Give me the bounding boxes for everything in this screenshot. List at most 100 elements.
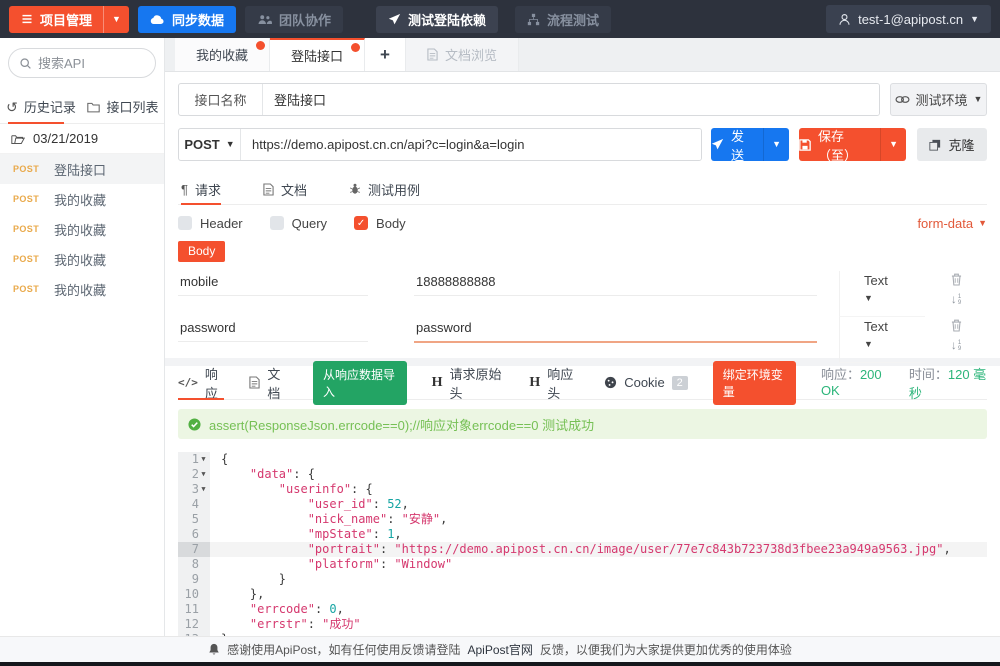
- history-list-item[interactable]: POST我的收藏: [0, 274, 164, 304]
- history-list-item[interactable]: POST我的收藏: [0, 214, 164, 244]
- api-tab-login[interactable]: 登陆接口: [270, 38, 365, 71]
- tab-request-doc[interactable]: 文档: [263, 174, 307, 204]
- save-button[interactable]: 保存（至） ▼: [799, 128, 906, 161]
- code-line[interactable]: 4 "user_id": 52,: [178, 497, 987, 512]
- delete-param-button[interactable]: [951, 319, 962, 332]
- code-line[interactable]: 11 "errcode": 0,: [178, 602, 987, 617]
- test-login-dep-button[interactable]: 测试登陆依赖: [376, 6, 498, 33]
- line-number-gutter[interactable]: 11: [178, 602, 210, 617]
- flow-test-button[interactable]: 流程测试: [515, 6, 611, 33]
- history-list-item[interactable]: POST 登陆接口: [0, 154, 164, 184]
- line-number: 8: [192, 557, 199, 572]
- history-date-group[interactable]: 03/21/2019: [0, 124, 164, 154]
- param-value-input[interactable]: [414, 271, 817, 296]
- line-number-gutter[interactable]: 4: [178, 497, 210, 512]
- checkbox-body[interactable]: ✓Body: [354, 216, 406, 231]
- assert-result-banner: assert(ResponseJson.errcode==0);//响应对象er…: [178, 409, 987, 439]
- param-type-label: Text: [864, 273, 925, 288]
- save-label: 保存（至）: [818, 126, 870, 164]
- chevron-down-icon: ▼: [970, 15, 979, 24]
- code-line[interactable]: 10 },: [178, 587, 987, 602]
- param-type-select[interactable]: Text▼: [839, 317, 925, 363]
- history-list-item[interactable]: POST我的收藏: [0, 244, 164, 274]
- tab-testcase[interactable]: 测试用例: [349, 174, 420, 204]
- sort-param-button[interactable]: ↓19: [951, 293, 961, 306]
- request-tabs: ¶ 请求 文档 测试用例: [178, 174, 987, 205]
- account-menu[interactable]: test-1@apipost.cn ▼: [826, 5, 991, 33]
- line-number-gutter[interactable]: 10: [178, 587, 210, 602]
- tab-response[interactable]: </> 响应: [178, 366, 224, 399]
- save-caret[interactable]: ▼: [880, 128, 906, 161]
- send-button[interactable]: 发送 ▼: [711, 128, 789, 161]
- line-number-gutter[interactable]: 9: [178, 572, 210, 587]
- bell-icon: [208, 643, 220, 656]
- fold-caret-icon[interactable]: ▼: [199, 482, 208, 497]
- project-manage-button[interactable]: 项目管理 ▼: [9, 6, 129, 33]
- api-tab-favorites[interactable]: 我的收藏: [175, 38, 270, 71]
- url-input[interactable]: [241, 129, 701, 160]
- checkbox-query[interactable]: ✓Query: [270, 216, 327, 231]
- param-row: Text ▼ ↓19: [178, 262, 987, 308]
- item-name: 登陆接口: [54, 160, 106, 179]
- bind-env-var-button[interactable]: 绑定环境变量: [713, 361, 796, 405]
- clone-button[interactable]: 克隆: [917, 128, 987, 161]
- line-number-gutter[interactable]: 3▼: [178, 482, 210, 497]
- fold-caret-icon[interactable]: ▼: [199, 452, 208, 467]
- code-text: "errcode": 0,: [210, 602, 344, 617]
- sort-arrow-icon: ↓: [951, 293, 957, 305]
- code-line[interactable]: 7 "portrait": "https://demo.apipost.cn.c…: [178, 542, 987, 557]
- sync-data-button[interactable]: 同步数据: [138, 6, 236, 33]
- search-box: [8, 48, 156, 78]
- item-name: 我的收藏: [54, 220, 106, 239]
- code-line[interactable]: 9 }: [178, 572, 987, 587]
- project-caret[interactable]: ▼: [103, 6, 129, 33]
- param-type-select[interactable]: Text ▼: [839, 271, 925, 317]
- code-line[interactable]: 3▼ "userinfo": {: [178, 482, 987, 497]
- line-number-gutter[interactable]: 8: [178, 557, 210, 572]
- response-body-editor[interactable]: 1▼{2▼ "data": {3▼ "userinfo": {4 "user_i…: [178, 452, 987, 636]
- code-line[interactable]: 6 "mpState": 1,: [178, 527, 987, 542]
- code-text: {: [210, 452, 228, 467]
- fold-caret-icon[interactable]: ▼: [199, 467, 208, 482]
- delete-param-button[interactable]: [951, 273, 962, 286]
- sort-param-button[interactable]: ↓19: [951, 339, 961, 352]
- official-site-link[interactable]: ApiPost官网: [467, 641, 532, 658]
- line-number-gutter[interactable]: 5: [178, 512, 210, 527]
- code-line[interactable]: 2▼ "data": {: [178, 467, 987, 482]
- method-select[interactable]: POST ▼: [179, 129, 241, 160]
- tab-response-doc[interactable]: 文档: [249, 366, 288, 399]
- line-number-gutter[interactable]: 2▼: [178, 467, 210, 482]
- history-list-item[interactable]: POST我的收藏: [0, 184, 164, 214]
- checkbox-header[interactable]: ✓Header: [178, 216, 243, 231]
- import-from-response-button[interactable]: 从响应数据导入: [313, 361, 407, 405]
- api-tab-doc-browse[interactable]: 文档浏览: [406, 38, 519, 71]
- param-value-input[interactable]: [414, 317, 817, 343]
- line-number-gutter[interactable]: 7: [178, 542, 210, 557]
- cookie-button[interactable]: Cookie 2: [604, 366, 688, 399]
- team-collab-button[interactable]: 团队协作: [245, 6, 343, 33]
- line-number-gutter[interactable]: 6: [178, 527, 210, 542]
- tab-api-list[interactable]: 接口列表: [82, 90, 164, 123]
- chevron-down-icon: ▼: [864, 294, 925, 303]
- env-select-button[interactable]: 测试环境 ▼: [890, 83, 987, 116]
- code-line[interactable]: 1▼{: [178, 452, 987, 467]
- search-input[interactable]: [38, 56, 145, 71]
- raw-request-headers-button[interactable]: H 请求原始头: [432, 366, 505, 399]
- line-number-gutter[interactable]: 12: [178, 617, 210, 632]
- code-line[interactable]: 8 "platform": "Window": [178, 557, 987, 572]
- line-number: 9: [192, 572, 199, 587]
- new-tab-button[interactable]: +: [365, 38, 406, 71]
- line-number-gutter[interactable]: 1▼: [178, 452, 210, 467]
- param-key-input[interactable]: [178, 317, 368, 342]
- method-label: POST: [13, 164, 43, 174]
- code-line[interactable]: 5 "nick_name": "安静",: [178, 512, 987, 527]
- send-caret[interactable]: ▼: [763, 128, 789, 161]
- code-line[interactable]: 12 "errstr": "成功": [178, 617, 987, 632]
- tab-request[interactable]: ¶ 请求: [181, 174, 221, 204]
- response-headers-button[interactable]: H 响应头: [529, 366, 579, 399]
- param-key-input[interactable]: [178, 271, 368, 296]
- tab-history[interactable]: ↺ 历史记录: [0, 90, 82, 123]
- api-name-group: 接口名称: [178, 83, 880, 116]
- body-format-select[interactable]: form-data ▼: [917, 216, 987, 231]
- api-name-input[interactable]: [263, 84, 879, 115]
